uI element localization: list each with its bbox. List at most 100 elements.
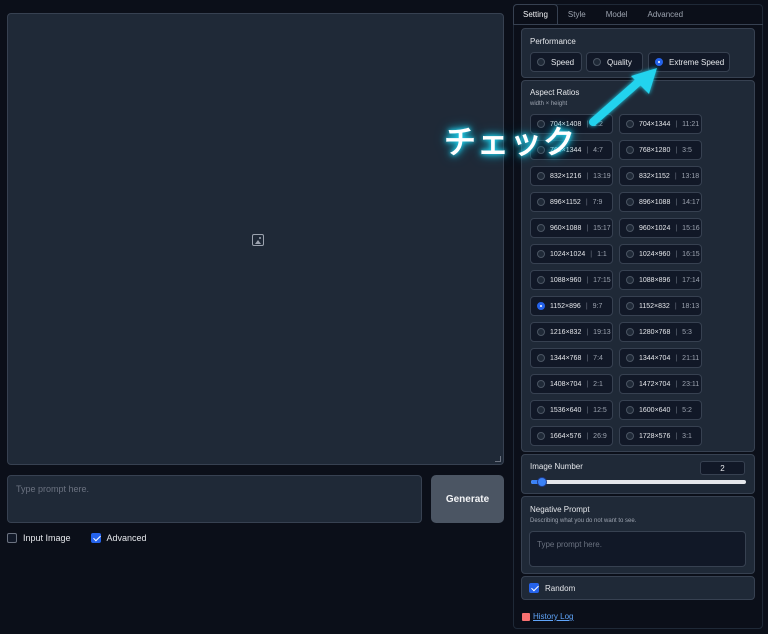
aspect-ratio-value: 1152×832 (639, 302, 670, 310)
separator: | (586, 432, 589, 440)
aspect-ratio-option[interactable]: 1600×640 | 5:2 (619, 400, 702, 420)
aspect-ratio-value: 1536×640 (550, 406, 582, 414)
aspect-ratio-option[interactable]: 1408×704 | 2:1 (530, 374, 613, 394)
radio-dot (626, 198, 634, 206)
image-number-title: Image Number (530, 462, 583, 471)
aspect-ratio-ratio: 16:15 (682, 250, 700, 258)
separator: | (586, 354, 589, 362)
aspect-ratio-option[interactable]: 1536×640 | 12:5 (530, 400, 613, 420)
aspect-ratio-option[interactable]: 1024×960 | 16:15 (619, 244, 702, 264)
aspect-ratio-option[interactable]: 1664×576 | 26:9 (530, 426, 613, 446)
aspect-ratios-title: Aspect Ratios (530, 88, 580, 97)
separator: | (675, 354, 678, 362)
separator: | (590, 250, 593, 258)
aspect-ratio-option[interactable]: 1088×960 | 17:15 (530, 270, 613, 290)
image-number-slider[interactable] (531, 477, 746, 487)
radio-dot (537, 328, 545, 336)
separator: | (675, 380, 678, 388)
random-label: Random (545, 583, 576, 593)
aspect-ratio-option[interactable]: 832×1152 | 13:18 (619, 166, 702, 186)
aspect-ratio-ratio: 7:9 (592, 198, 603, 206)
random-check-box[interactable] (529, 583, 539, 593)
separator: | (675, 250, 678, 258)
input-image-check-box[interactable] (7, 533, 17, 543)
radio-dot (537, 250, 545, 258)
random-checkbox[interactable]: Random (529, 583, 575, 593)
prompt-input[interactable]: Type prompt here. (7, 475, 422, 523)
aspect-ratio-option[interactable]: 1152×832 | 18:13 (619, 296, 702, 316)
aspect-ratio-option[interactable]: 1344×768 | 7:4 (530, 348, 613, 368)
aspect-ratio-option[interactable]: 1024×1024 | 1:1 (530, 244, 613, 264)
aspect-ratio-value: 960×1024 (639, 224, 671, 232)
resize-handle[interactable] (495, 456, 501, 462)
aspect-ratio-option[interactable]: 1728×576 | 3:1 (619, 426, 702, 446)
aspect-ratio-ratio: 23:11 (682, 380, 700, 388)
aspect-ratio-option[interactable]: 896×1088 | 14:17 (619, 192, 702, 212)
aspect-ratio-ratio: 19:13 (593, 328, 611, 336)
separator: | (674, 302, 677, 310)
radio-dot (626, 406, 634, 414)
aspect-ratio-option[interactable]: 896×1152 | 7:9 (530, 192, 613, 212)
aspect-ratio-ratio: 15:17 (593, 224, 611, 232)
separator: | (675, 328, 678, 336)
aspect-ratio-value: 1344×704 (639, 354, 671, 362)
advanced-label: Advanced (106, 533, 147, 543)
aspect-ratio-option[interactable]: 960×1024 | 15:16 (619, 218, 702, 238)
aspect-ratio-option[interactable]: 1472×704 | 23:11 (619, 374, 702, 394)
aspect-ratio-option[interactable]: 832×1216 | 13:19 (530, 166, 613, 186)
separator: | (585, 198, 588, 206)
radio-dot (626, 276, 634, 284)
aspect-ratio-value: 1600×640 (639, 406, 671, 414)
radio-dot-selected (537, 302, 545, 310)
aspect-ratio-option[interactable]: 1344×704 | 21:11 (619, 348, 702, 368)
radio-dot (537, 276, 545, 284)
aspect-ratio-option[interactable]: 1216×832 | 19:13 (530, 322, 613, 342)
aspect-ratio-value: 1280×768 (639, 328, 671, 336)
aspect-ratio-ratio: 3:5 (682, 146, 692, 154)
negative-prompt-input[interactable]: Type prompt here. (529, 531, 746, 567)
negative-prompt-subtitle: Describing what you do not want to see. (530, 518, 637, 524)
radio-dot (537, 354, 545, 362)
advanced-check-box[interactable] (90, 533, 101, 543)
image-number-input[interactable]: 2 (700, 461, 745, 475)
radio-dot (626, 328, 634, 336)
aspect-ratio-value: 1664×576 (550, 432, 582, 440)
radio-dot (537, 432, 545, 440)
aspect-ratio-value: 1024×1024 (550, 250, 586, 258)
tab-style[interactable]: Style (558, 4, 596, 24)
aspect-ratio-option[interactable]: 1280×768 | 5:3 (619, 322, 702, 342)
performance-option-speed[interactable]: Speed (530, 52, 582, 72)
advanced-checkbox[interactable]: Advanced (90, 533, 147, 543)
aspect-ratio-value: 896×1088 (639, 198, 671, 206)
radio-dot (626, 224, 634, 232)
aspect-ratio-ratio: 9:7 (592, 302, 603, 310)
tab-bar: Setting Style Model Advanced (513, 4, 693, 26)
aspect-ratio-value: 960×1088 (550, 224, 582, 232)
annotation-text: チェック (444, 123, 577, 161)
aspect-ratio-value: 1472×704 (639, 380, 671, 388)
aspect-ratio-option[interactable]: 1152×896 | 9:7 (530, 296, 613, 316)
radio-dot (626, 302, 634, 310)
separator: | (675, 224, 678, 232)
tab-model[interactable]: Model (596, 4, 638, 24)
aspect-ratio-option[interactable]: 768×1280 | 3:5 (619, 140, 702, 160)
history-log-link[interactable]: History Log (522, 612, 573, 621)
separator: | (586, 406, 589, 414)
radio-dot (626, 354, 634, 362)
input-image-checkbox[interactable]: Input Image (7, 533, 71, 543)
aspect-ratio-option[interactable]: 1088×896 | 17:14 (619, 270, 702, 290)
aspect-ratio-value: 1216×832 (550, 328, 582, 336)
tab-setting[interactable]: Setting (513, 4, 558, 24)
tab-divider (513, 24, 763, 25)
aspect-ratio-value: 1152×896 (550, 302, 581, 310)
aspect-ratio-option[interactable]: 960×1088 | 15:17 (530, 218, 613, 238)
tab-advanced[interactable]: Advanced (638, 4, 694, 24)
radio-dot (626, 250, 634, 258)
performance-title: Performance (530, 37, 576, 46)
aspect-ratio-ratio: 11:21 (682, 120, 700, 128)
generate-button[interactable]: Generate (431, 475, 504, 523)
aspect-ratio-ratio: 4:7 (593, 146, 603, 154)
annotation-arrow-icon (589, 68, 657, 126)
aspect-ratio-value: 832×1216 (550, 172, 582, 180)
output-image-area (7, 13, 504, 465)
